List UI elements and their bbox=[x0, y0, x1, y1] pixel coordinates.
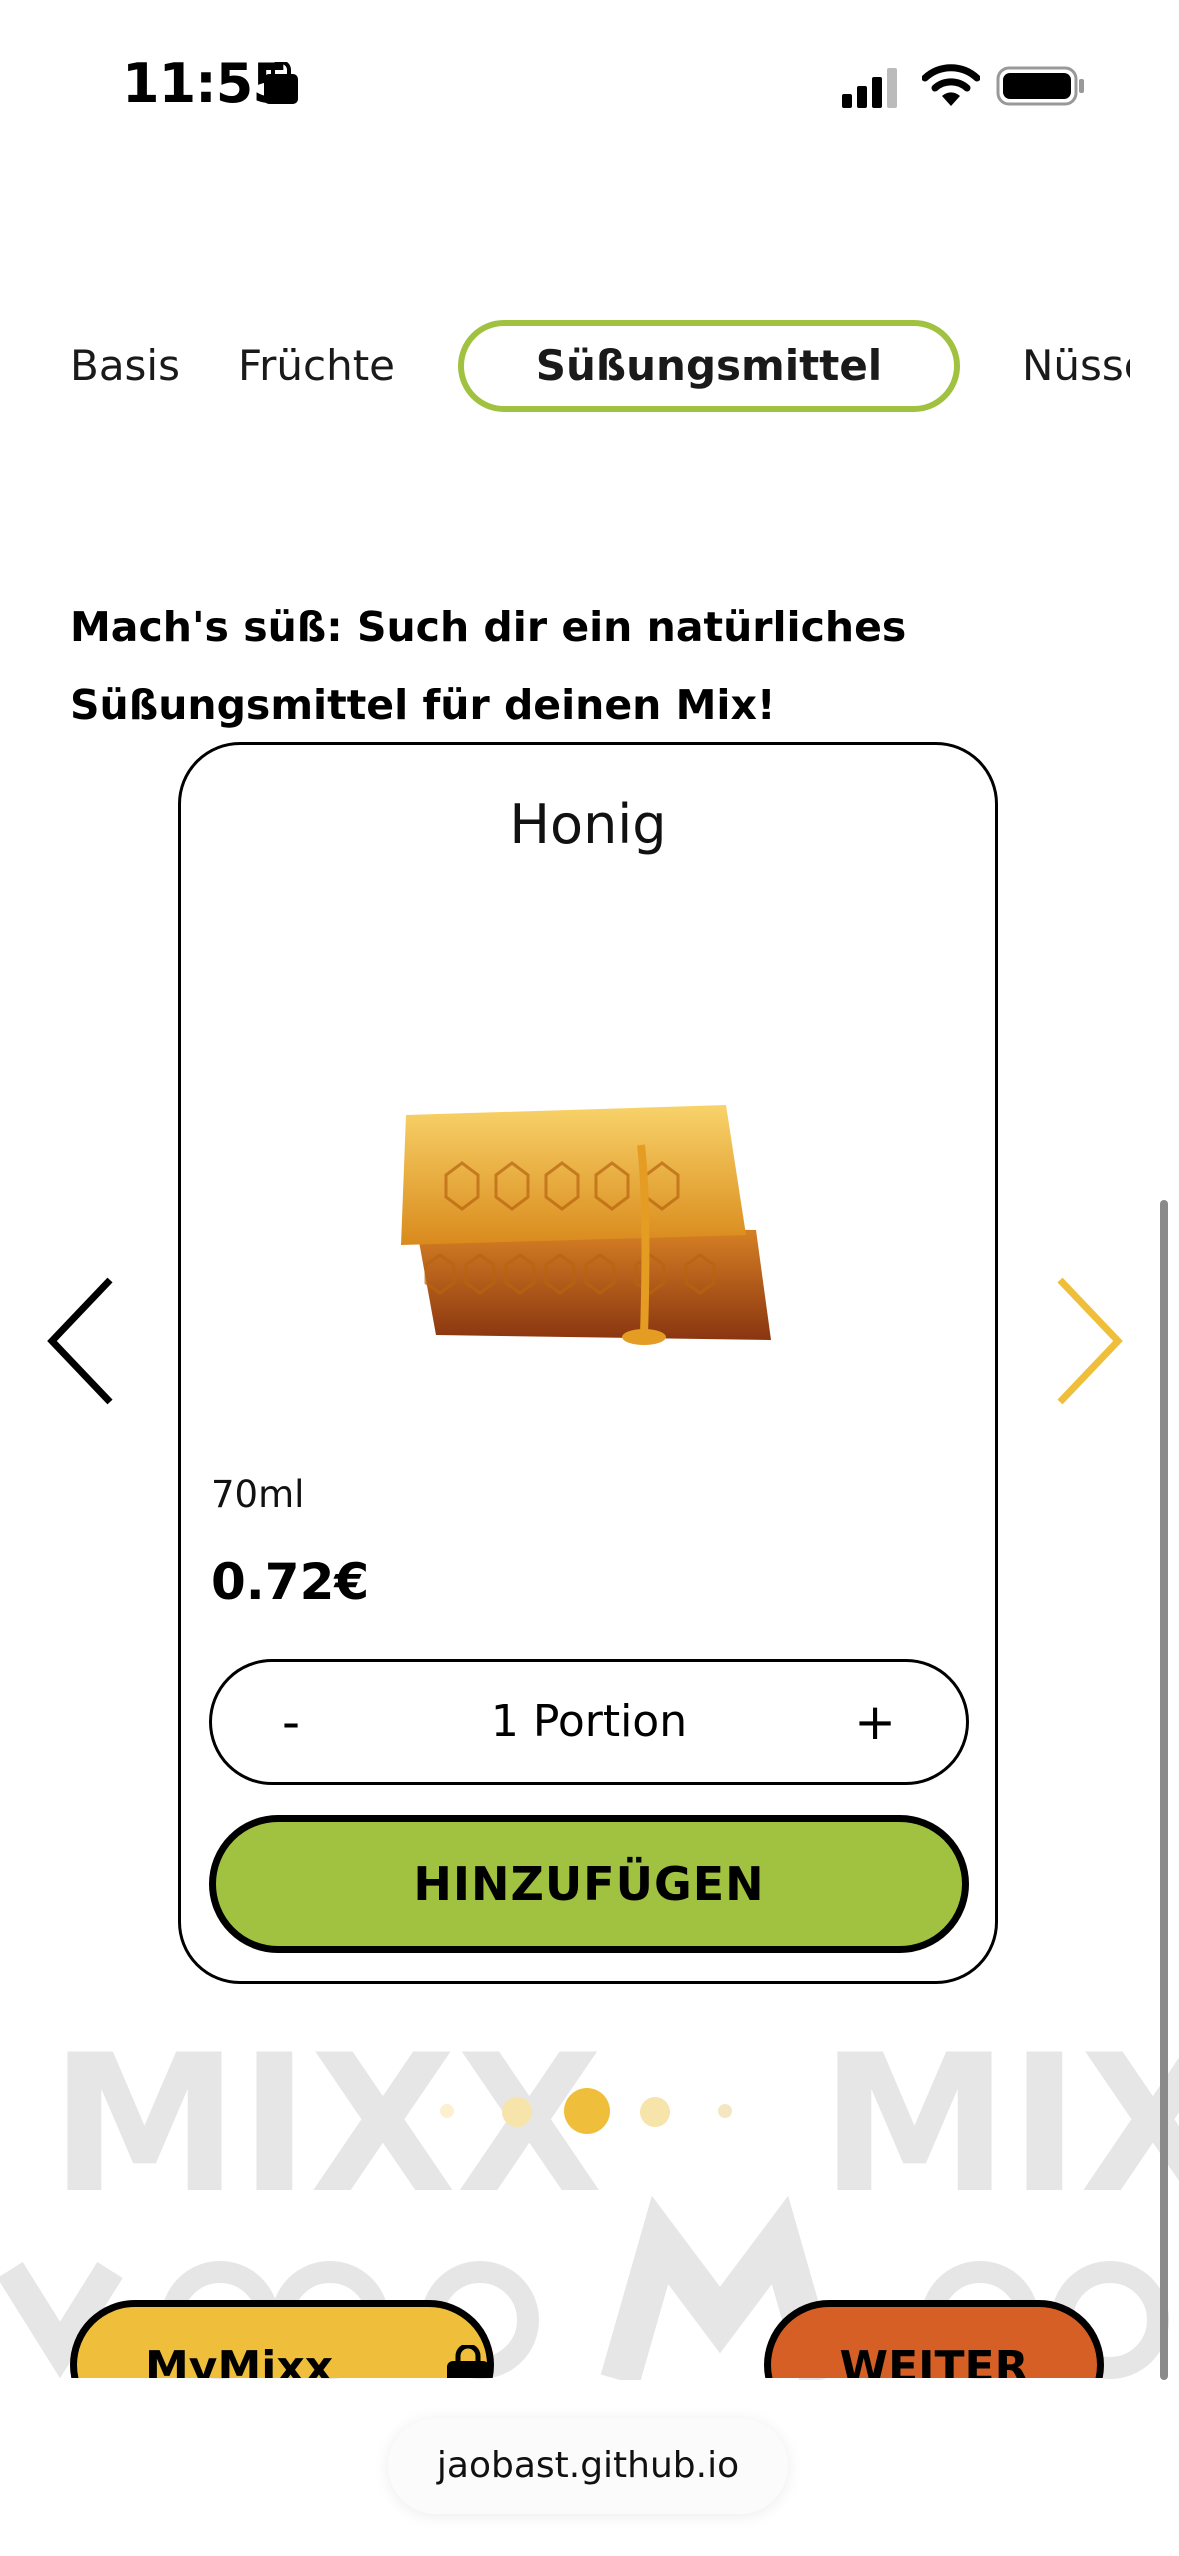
carousel-dots bbox=[0, 2080, 1179, 2140]
scrollbar[interactable] bbox=[1160, 1200, 1168, 2380]
carousel-dot-active[interactable] bbox=[564, 2088, 610, 2134]
tab-fruechte[interactable]: Früchte bbox=[238, 320, 395, 412]
quantity-stepper: 1 Portion - + bbox=[209, 1659, 969, 1785]
bottom-action-bar: MyMixx WEITER bbox=[0, 2300, 1179, 2378]
tab-basis[interactable]: Basis bbox=[70, 320, 180, 412]
product-price: 0.72€ bbox=[211, 1553, 370, 1611]
category-tabs: Basis Früchte Süßungsmittel Nüsse bbox=[0, 320, 1130, 412]
carousel-dot[interactable] bbox=[718, 2104, 732, 2118]
honeycomb-image bbox=[401, 1105, 771, 1345]
mymixx-button[interactable]: MyMixx bbox=[70, 2300, 494, 2378]
mymixx-label: MyMixx bbox=[145, 2342, 334, 2378]
battery-icon bbox=[996, 66, 1084, 106]
page-headline: Mach's süß: Such dir ein natürliches Süß… bbox=[70, 603, 907, 729]
weiter-button[interactable]: WEITER bbox=[764, 2300, 1104, 2378]
tab-nuesse[interactable]: Nüsse bbox=[1022, 320, 1130, 412]
product-name: Honig bbox=[509, 793, 667, 856]
wifi-icon bbox=[922, 64, 980, 106]
carousel-dot[interactable] bbox=[502, 2097, 532, 2127]
add-to-mix-button[interactable]: HINZUFÜGEN bbox=[209, 1815, 969, 1953]
cellular-signal-icon bbox=[842, 68, 897, 108]
quantity-value: 1 Portion bbox=[490, 1696, 688, 1747]
carousel-dot[interactable] bbox=[640, 2097, 670, 2127]
product-size: 70ml bbox=[211, 1473, 305, 1516]
browser-url-bar[interactable]: jaobast.github.io bbox=[388, 2418, 788, 2514]
shopping-bag-icon bbox=[264, 62, 298, 104]
chevron-left-icon[interactable] bbox=[46, 1276, 116, 1406]
chevron-right-icon[interactable] bbox=[1054, 1276, 1124, 1406]
carousel-dot[interactable] bbox=[440, 2104, 454, 2118]
tab-suessungsmittel[interactable]: Süßungsmittel bbox=[458, 320, 960, 412]
shopping-bag-icon bbox=[447, 2345, 489, 2378]
product-card: Honig 70ml 0.72€ 1 Portion - + HINZUFÜGE… bbox=[178, 742, 998, 1984]
decrease-button[interactable]: - bbox=[282, 1662, 300, 1782]
increase-button[interactable]: + bbox=[854, 1662, 896, 1782]
